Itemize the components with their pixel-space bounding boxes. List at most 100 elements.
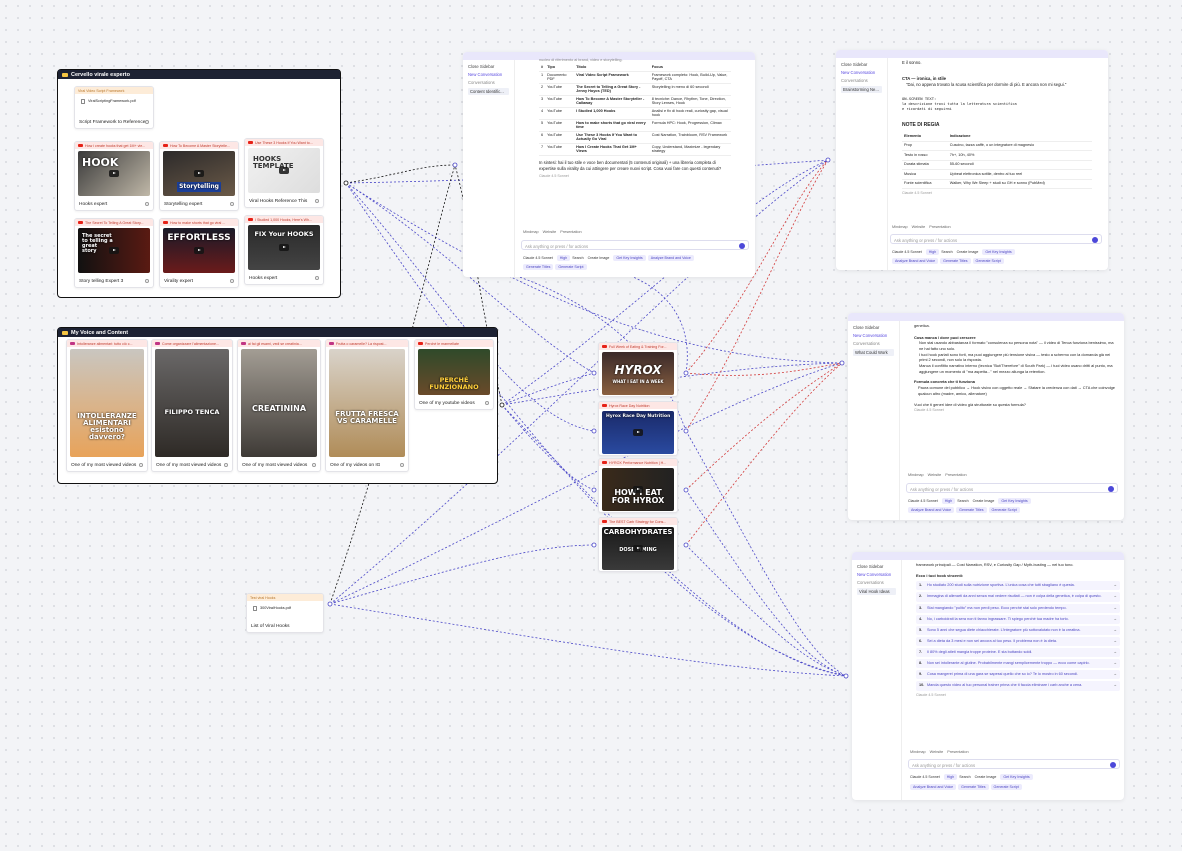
generate-script-pill[interactable]: Generate Script	[555, 264, 587, 270]
video-card[interactable]: I Studied 1,000 Hooks, Here's Wh... FIX …	[244, 215, 324, 285]
brand-voice-pill[interactable]: Analyze Brand and Voice	[908, 507, 955, 513]
info-icon[interactable]	[400, 463, 404, 467]
play-icon[interactable]	[194, 170, 204, 177]
generate-script-pill[interactable]: Generate Script	[990, 784, 1022, 790]
group-header[interactable]: My Voice and Content	[58, 328, 497, 337]
chat-input[interactable]: Ask anything or press / for actions	[521, 240, 749, 250]
chat-input[interactable]: Ask anything or press / for actions	[890, 234, 1102, 244]
key-insights-pill[interactable]: Get Key Insights	[998, 498, 1031, 504]
mindmap-button[interactable]: Mindmap	[892, 225, 908, 229]
generate-script-pill[interactable]: Generate Script	[972, 258, 1004, 264]
play-icon[interactable]	[279, 244, 289, 251]
website-button[interactable]: Website	[543, 230, 557, 234]
create-image-button[interactable]: Create Image	[588, 256, 610, 260]
hook-item[interactable]: 6. Sei a dieta da 3 mesi e non sei ancora…	[916, 636, 1120, 647]
info-icon[interactable]	[485, 401, 489, 405]
hook-item[interactable]: 5. Sono 5 anni che segua diete chiacchier…	[916, 625, 1120, 635]
website-button[interactable]: Website	[928, 473, 942, 477]
brand-voice-pill[interactable]: Analyze Brand and Voice	[910, 784, 957, 790]
new-conversation-button[interactable]: New Conversation	[857, 572, 896, 577]
video-card[interactable]: How To Become A Master Storytelle... Sto…	[159, 141, 239, 211]
video-thumbnail[interactable]: CARBOHYDRATES DOSE TIMING	[602, 527, 674, 570]
info-icon[interactable]	[230, 202, 234, 206]
mindmap-button[interactable]: Mindmap	[910, 750, 926, 754]
pdf-card-viral-hooks[interactable]: Test viral Hooks 300ViralHooks.pdf List …	[246, 593, 324, 633]
info-icon[interactable]	[315, 276, 319, 280]
info-icon[interactable]	[145, 202, 149, 206]
website-button[interactable]: Website	[912, 225, 926, 229]
play-icon[interactable]	[633, 486, 643, 493]
create-image-button[interactable]: Create Image	[973, 499, 995, 503]
info-icon[interactable]	[224, 463, 228, 467]
search-tool-button[interactable]: Search	[941, 250, 952, 254]
arrow-icon[interactable]: →	[1110, 650, 1117, 655]
conversation-item[interactable]: Brainstorming Ne...	[841, 86, 882, 93]
play-icon[interactable]	[194, 247, 204, 254]
generate-titles-pill[interactable]: Generate Titles	[956, 507, 987, 513]
voice-card[interactable]: Frutta o caramelle? La rispost... FRUTTA…	[325, 339, 409, 472]
chat-drag-bar[interactable]	[852, 552, 1124, 560]
video-thumbnail[interactable]: Hyrox Race Day Nutrition	[602, 411, 674, 454]
video-thumbnail[interactable]: PERCHÉ FUNZIONANO	[418, 349, 490, 395]
arrow-icon[interactable]: →	[1110, 628, 1117, 633]
send-icon[interactable]	[739, 243, 745, 249]
key-insights-pill[interactable]: Get Key Insights	[613, 255, 646, 261]
mindmap-button[interactable]: Mindmap	[908, 473, 924, 477]
hook-item[interactable]: 7. Il 80% degli atleti mangia troppe prot…	[916, 648, 1120, 658]
info-icon[interactable]	[145, 120, 149, 124]
generate-titles-pill[interactable]: Generate Titles	[523, 264, 554, 270]
effort-selector[interactable]: High	[941, 498, 956, 504]
search-tool-button[interactable]: Search	[959, 775, 970, 779]
group-header[interactable]: Cervello virale esperto	[58, 70, 340, 79]
hook-item[interactable]: 4. No, i carboidrati la sera non ti fanno…	[916, 614, 1120, 624]
video-thumbnail[interactable]: HOOK	[78, 151, 150, 196]
generate-titles-pill[interactable]: Generate Titles	[958, 784, 989, 790]
close-sidebar-button[interactable]: Close Sidebar	[468, 64, 509, 69]
hook-item[interactable]: 2. Immagina di allenarti da anni senza ma…	[916, 592, 1120, 602]
arrow-icon[interactable]: →	[1110, 606, 1117, 611]
effort-selector[interactable]: High	[556, 255, 571, 261]
send-icon[interactable]	[1108, 486, 1114, 492]
brand-voice-pill[interactable]: Analyze Brand and Voice	[647, 255, 694, 261]
video-thumbnail[interactable]: Storytelling	[163, 151, 235, 196]
effort-selector[interactable]: High	[925, 249, 940, 255]
create-image-button[interactable]: Create Image	[957, 250, 979, 254]
presentation-button[interactable]: Presentation	[929, 225, 950, 229]
video-thumbnail[interactable]: EFFORTLESS	[163, 228, 235, 273]
video-thumbnail[interactable]: INTOLLERANZE ALIMENTARI esistono davvero…	[70, 349, 144, 457]
close-sidebar-button[interactable]: Close Sidebar	[841, 62, 882, 67]
chat-drag-bar[interactable]	[836, 50, 1108, 58]
chat-input[interactable]: Ask anything or press / for actions	[908, 759, 1120, 769]
info-icon[interactable]	[139, 463, 143, 467]
search-tool-button[interactable]: Search	[957, 499, 968, 503]
center-video-card[interactable]: HYROX Performance Nutrition | H... HOW I…	[598, 458, 678, 513]
model-selector[interactable]: Claude 4.5 Sonnet	[908, 499, 938, 503]
chat-drag-bar[interactable]	[848, 313, 1124, 321]
website-button[interactable]: Website	[930, 750, 944, 754]
hook-item[interactable]: 9. Cosa mangerei prima di una gara se sap…	[916, 670, 1120, 680]
arrow-icon[interactable]: →	[1110, 683, 1117, 688]
center-video-card[interactable]: Hyrox Race Day Nutrition Hyrox Race Day …	[598, 401, 678, 456]
play-icon[interactable]	[109, 170, 119, 177]
info-icon[interactable]	[312, 463, 316, 467]
video-thumbnail[interactable]: CREATININA	[241, 349, 317, 457]
send-icon[interactable]	[1092, 237, 1098, 243]
search-tool-button[interactable]: Search	[572, 256, 583, 260]
voice-card[interactable]: ai fai gli esami, vedi se creatinia... C…	[237, 339, 321, 472]
info-icon[interactable]	[230, 279, 234, 283]
video-thumbnail[interactable]: HYROX WHAT I EAT IN A WEEK	[602, 352, 674, 395]
create-image-button[interactable]: Create Image	[975, 775, 997, 779]
video-card[interactable]: The Secret To Telling A Great Story... T…	[74, 218, 154, 288]
hook-item[interactable]: 3. Stai mangiando "pulito" ma non perdi p…	[916, 603, 1120, 613]
close-sidebar-button[interactable]: Close Sidebar	[853, 325, 894, 330]
send-icon[interactable]	[1110, 762, 1116, 768]
video-thumbnail[interactable]: FILIPPO TENCA	[155, 349, 229, 457]
arrow-icon[interactable]: →	[1110, 661, 1117, 666]
presentation-button[interactable]: Presentation	[947, 750, 968, 754]
voice-card[interactable]: Intolleranze alimentari: tutto ciò c... …	[66, 339, 148, 472]
video-card[interactable]: How i create hooks that get 1M+ vie... H…	[74, 141, 154, 211]
new-conversation-button[interactable]: New Conversation	[468, 72, 509, 77]
hook-item[interactable]: 8. Non sei intollerante al glutine. Proba…	[916, 659, 1120, 669]
arrow-icon[interactable]: →	[1110, 594, 1117, 599]
brand-voice-pill[interactable]: Analyze Brand and Voice	[892, 258, 939, 264]
